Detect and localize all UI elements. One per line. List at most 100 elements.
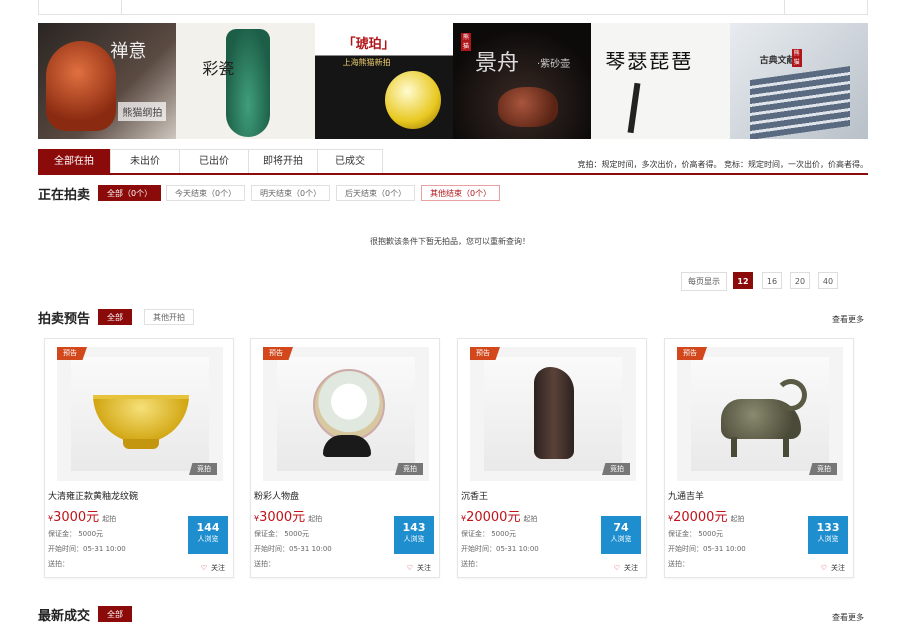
lot-image[interactable]: 预告 竞拍 [57,347,223,481]
auction-status-tabs: 全部在拍 未出价 已出价 即将开拍 已成交 竞拍：规定时间，多次出价，价高者得。… [38,149,868,175]
filter-today[interactable]: 今天结束（0个） [166,185,246,201]
lot-name[interactable]: 九通吉羊 [668,489,704,502]
rules-text: 竞拍：规定时间，多次出价，价高者得。 竞标：规定时间，一次出价，价高者得。 [577,160,868,169]
follow-button[interactable]: ♡ 关注 [821,563,845,573]
banner-tile-books[interactable]: 古典文献 熊猫 [729,23,868,139]
books-image [749,65,850,139]
heart-icon: ♡ [613,564,620,572]
auction-type-badge: 竞拍 [395,463,423,475]
view-count-box: 133 人浏览 [808,516,848,554]
auction-type-badge: 竞拍 [602,463,630,475]
plate-stand [323,435,371,457]
amber-image [384,71,441,129]
lot-card[interactable]: 预告 竞拍 粉彩人物盘 ¥3000元 起拍 保证金： 5000元 开始时间：05-… [250,338,440,578]
lot-consignor: 送拍： [461,560,482,568]
lot-name[interactable]: 沉香王 [461,489,488,502]
lot-price: ¥3000元 起拍 [254,510,323,525]
heart-icon: ♡ [406,564,413,572]
page-size-12[interactable]: 12 [733,272,753,289]
lot-card[interactable]: 预告 竞拍 大清雍正款黄釉龙纹碗 ¥3000元 起拍 保证金： 5000元 开始时… [44,338,234,578]
banner-tile-porcelain[interactable]: 彩瓷 [176,23,315,139]
agarwood-image [534,367,574,459]
goat-horn [775,379,807,411]
auction-type-badge: 竞拍 [189,463,217,475]
plate-image [313,369,385,441]
per-page-label: 每页显示 [681,272,727,291]
banner-text: 彩瓷 [202,59,235,78]
lot-deposit: 保证金： 5000元 [48,530,104,538]
banner-sub: ·紫砂壶 [536,59,571,70]
preview-more-link[interactable]: 查看更多 [832,314,864,325]
lot-start-time: 开始时间：05-31 10:00 [48,545,126,553]
tab-all-live[interactable]: 全部在拍 [38,149,110,173]
goat-leg [783,437,789,457]
category-banner: 禅意 熊猫纲拍 彩瓷 「琥珀」 上海熊猫新拍 熊猫 景舟 ·紫砂壶 琴瑟琵琶 古… [38,23,868,139]
banner-text: 古典文献 [759,56,796,66]
follow-button[interactable]: ♡ 关注 [614,563,638,573]
filter-tomorrow[interactable]: 明天结束（0个） [251,185,331,201]
view-count-box: 143 人浏览 [394,516,434,554]
filter-all[interactable]: 全部（0个） [98,185,162,201]
page-size-16[interactable]: 16 [762,272,782,289]
lot-consignor: 送拍： [254,560,275,568]
stamp-icon: 熊猫 [791,49,802,67]
banner-sub: 熊猫纲拍 [118,102,167,121]
banner-text: 琴瑟琵琶 [605,49,694,73]
lot-card[interactable]: 预告 竞拍 沉香王 ¥20000元 起拍 保证金： 5000元 开始时间：05-3… [457,338,647,578]
filter-day-after[interactable]: 后天结束（0个） [336,185,416,201]
tab-bid[interactable]: 已出价 [179,149,249,173]
lot-consignor: 送拍： [48,560,69,568]
lot-start-time: 开始时间：05-31 10:00 [668,545,746,553]
page-size-20[interactable]: 20 [790,272,810,289]
lot-price: ¥3000元 起拍 [48,510,117,525]
bowl-image [93,395,189,443]
banner-text: 「琥珀」 [342,37,395,52]
auction-type-badge: 竞拍 [809,463,837,475]
empty-message: 很抱歉该条件下暂无拍品，您可以重新查询！ [370,237,530,246]
section-title-latest: 最新成交 [38,609,91,624]
preview-flag: 预告 [470,347,500,360]
lot-card[interactable]: 预告 竞拍 九通吉羊 ¥20000元 起拍 保证金： 5000元 开始时间：05-… [664,338,854,578]
latest-more-link[interactable]: 查看更多 [832,612,864,623]
lot-start-time: 开始时间：05-31 10:00 [461,545,539,553]
preview-flag: 预告 [263,347,293,360]
heart-icon: ♡ [200,564,207,572]
page-size-40[interactable]: 40 [818,272,838,289]
lot-consignor: 送拍： [668,560,689,568]
view-count-box: 144 人浏览 [188,516,228,554]
lot-name[interactable]: 粉彩人物盘 [254,489,299,502]
lot-image[interactable]: 预告 竞拍 [470,347,636,481]
latest-filter-all[interactable]: 全部 [98,606,132,622]
preview-flag: 预告 [677,347,707,360]
follow-button[interactable]: ♡ 关注 [201,563,225,573]
lot-deposit: 保证金： 5000元 [668,530,724,538]
banner-tile-amber[interactable]: 「琥珀」 上海熊猫新拍 [314,23,453,139]
banner-tile-calligraphy[interactable]: 琴瑟琵琶 [591,23,730,139]
filter-other[interactable]: 其他结束（0个） [421,185,501,201]
tab-not-bid[interactable]: 未出价 [110,149,180,173]
lot-name[interactable]: 大清雍正款黄釉龙纹碗 [48,489,138,502]
heart-icon: ♡ [820,564,827,572]
lot-image[interactable]: 预告 竞拍 [263,347,429,481]
banner-tile-zen[interactable]: 禅意 熊猫纲拍 [38,23,177,139]
bowl-foot [123,439,159,449]
vase-image [226,29,271,137]
brush-image [627,82,641,134]
buddha-image [46,41,116,131]
preview-filter-other[interactable]: 其他开拍 [144,309,194,325]
preview-flag: 预告 [57,347,87,360]
top-search-bar [38,0,868,15]
search-category-select[interactable] [39,0,122,14]
section-title-ongoing: 正在拍卖 [38,188,91,203]
preview-filter-all[interactable]: 全部 [98,309,132,325]
lot-price: ¥20000元 起拍 [668,510,745,525]
banner-tile-teapot[interactable]: 熊猫 景舟 ·紫砂壶 [452,23,592,139]
teapot-image [497,87,558,127]
lot-image[interactable]: 预告 竞拍 [677,347,843,481]
view-count-box: 74 人浏览 [601,516,641,554]
tab-closed[interactable]: 已成交 [317,149,383,173]
tab-upcoming[interactable]: 即将开拍 [248,149,318,173]
lot-price: ¥20000元 起拍 [461,510,538,525]
search-button[interactable] [784,0,867,14]
follow-button[interactable]: ♡ 关注 [407,563,431,573]
